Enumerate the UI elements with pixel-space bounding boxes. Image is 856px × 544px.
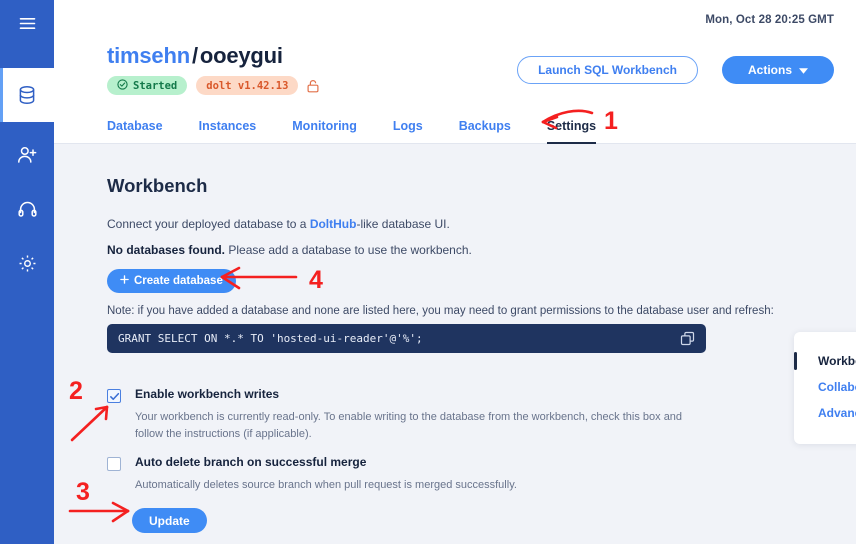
- auto-delete-branch-checkbox[interactable]: [107, 457, 121, 471]
- tab-database[interactable]: Database: [107, 119, 163, 144]
- headset-icon: [17, 200, 37, 219]
- update-button-label: Update: [149, 513, 190, 528]
- repo-separator: /: [191, 43, 198, 68]
- connect-prefix: Connect your deployed database to a: [107, 217, 310, 231]
- status-badge-label: Started: [133, 79, 178, 92]
- side-panel-item-collaborators[interactable]: Collaborators: [794, 374, 856, 400]
- gear-icon: [18, 254, 37, 273]
- auto-delete-branch-row: Auto delete branch on successful merge A…: [107, 455, 695, 494]
- check-circle-icon: [117, 78, 128, 93]
- copy-icon[interactable]: [680, 331, 695, 346]
- page-header: Mon, Oct 28 20:25 GMT timsehn/ooeygui St…: [54, 0, 856, 144]
- tab-monitoring[interactable]: Monitoring: [292, 119, 357, 144]
- launch-sql-workbench-label: Launch SQL Workbench: [538, 63, 677, 77]
- tab-instances[interactable]: Instances: [199, 119, 257, 144]
- plus-icon: [120, 275, 129, 287]
- tab-settings[interactable]: Settings: [546, 119, 597, 144]
- add-user-icon: [17, 145, 37, 165]
- no-databases-rest: Please add a database to use the workben…: [225, 243, 472, 257]
- enable-workbench-writes-description: Your workbench is currently read-only. T…: [135, 411, 683, 441]
- enable-workbench-writes-label[interactable]: Enable workbench writes: [135, 387, 695, 401]
- tab-logs[interactable]: Logs: [393, 119, 423, 144]
- no-databases-message: No databases found. Please add a databas…: [107, 241, 472, 259]
- grant-note: Note: if you have added a database and n…: [107, 305, 774, 317]
- auto-delete-branch-description: Automatically deletes source branch when…: [135, 479, 517, 491]
- create-database-button[interactable]: Create database: [107, 269, 236, 293]
- status-badge: Started: [107, 76, 188, 95]
- app-root: Mon, Oct 28 20:25 GMT timsehn/ooeygui St…: [0, 0, 856, 544]
- left-sidebar: [0, 0, 54, 544]
- section-title: Workbench: [107, 175, 208, 196]
- enable-workbench-writes-row: Enable workbench writes Your workbench i…: [107, 387, 695, 443]
- repo-owner-link[interactable]: timsehn: [107, 43, 190, 68]
- main-content: Workbench Connect your deployed database…: [54, 144, 856, 544]
- side-panel-item-advanced[interactable]: Advanced: [794, 400, 856, 426]
- current-timestamp: Mon, Oct 28 20:25 GMT: [705, 14, 834, 26]
- version-badge: dolt v1.42.13: [196, 76, 299, 95]
- tab-bar: Database Instances Monitoring Logs Backu…: [107, 116, 632, 144]
- grant-sql-code-block[interactable]: GRANT SELECT ON *.* TO 'hosted-ui-reader…: [107, 324, 706, 353]
- no-databases-bold: No databases found.: [107, 243, 226, 257]
- dolthub-link[interactable]: DoltHub: [310, 217, 357, 231]
- grant-sql-text: GRANT SELECT ON *.* TO 'hosted-ui-reader…: [118, 332, 423, 345]
- sidebar-item-menu[interactable]: [0, 0, 54, 46]
- repo-name: ooeygui: [199, 43, 283, 68]
- launch-sql-workbench-button[interactable]: Launch SQL Workbench: [517, 56, 698, 84]
- sidebar-item-team[interactable]: [0, 128, 54, 182]
- hamburger-icon: [19, 17, 36, 30]
- settings-side-panel: Workbench Collaborators Advanced: [794, 332, 856, 444]
- side-panel-item-workbench[interactable]: Workbench: [794, 348, 856, 374]
- sidebar-item-deployments[interactable]: [0, 68, 54, 122]
- update-button[interactable]: Update: [132, 508, 207, 533]
- connect-description: Connect your deployed database to a Dolt…: [107, 215, 450, 233]
- badge-group: Started dolt v1.42.13: [107, 76, 319, 95]
- auto-delete-branch-label[interactable]: Auto delete branch on successful merge: [135, 455, 695, 469]
- tab-backups[interactable]: Backups: [459, 119, 511, 144]
- actions-button-label: Actions: [747, 63, 792, 77]
- unlock-icon: [307, 79, 319, 93]
- sidebar-item-support[interactable]: [0, 182, 54, 236]
- caret-down-icon: [799, 63, 808, 77]
- enable-workbench-writes-checkbox[interactable]: [107, 389, 121, 403]
- create-database-label: Create database: [134, 275, 223, 287]
- database-icon: [18, 85, 36, 105]
- sidebar-item-settings[interactable]: [0, 236, 54, 290]
- connect-suffix: -like database UI.: [356, 217, 450, 231]
- page-title: timsehn/ooeygui: [107, 43, 283, 69]
- actions-button[interactable]: Actions: [722, 56, 834, 84]
